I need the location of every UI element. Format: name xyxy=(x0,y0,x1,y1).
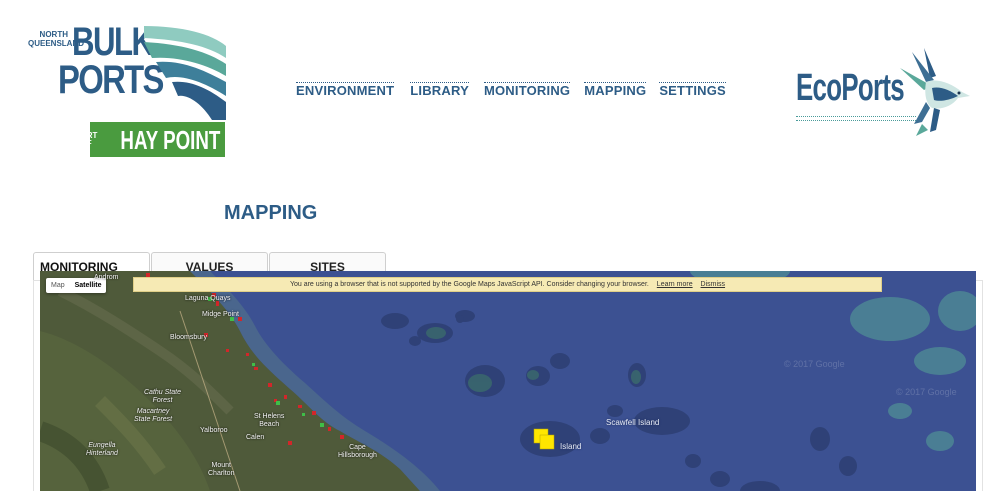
dismiss-link[interactable]: Dismiss xyxy=(701,281,726,288)
logo-port-of: PORT OF xyxy=(75,130,98,148)
map-watermark-1: © 2017 Google xyxy=(784,359,845,369)
map-label-macartney-state-forest: Macartney State Forest xyxy=(134,408,173,423)
map-label-st-helens-beach: St Helens Beach xyxy=(254,413,285,428)
map-label-eungella-hinterland: Eungella Hinterland xyxy=(86,442,118,457)
map-label-calen: Calen xyxy=(246,434,265,441)
port-of-hay-point-banner: PORT OF HAY POINT xyxy=(75,122,225,157)
ecoports-text: EcoPorts xyxy=(796,67,905,109)
map-label-cathu-state-forest: Cathu State Forest xyxy=(144,389,181,404)
map-label-mount-charlton: Mount Charlton xyxy=(208,462,235,477)
map-label-bloomsbury: Bloomsbury xyxy=(170,334,207,341)
page-title: MAPPING xyxy=(224,202,318,224)
map-type-map[interactable]: Map xyxy=(46,278,70,293)
banner-message: You are using a browser that is not supp… xyxy=(289,281,649,288)
satellite-imagery xyxy=(40,271,976,491)
map-label-yalboroo: Yalboroo xyxy=(200,427,228,434)
logo-north-queensland: NORTH QUEENSLAND xyxy=(28,30,85,48)
logo-swoosh-graphic xyxy=(144,26,226,120)
logo-bulk: BULK xyxy=(72,20,154,64)
bulk-ports-logo[interactable]: NORTH QUEENSLAND BULK PORTS PORT OF HAY … xyxy=(28,20,228,158)
main-nav: ENVIRONMENT LIBRARY MONITORING MAPPING S… xyxy=(296,82,742,99)
map-label-cape-hillsborough: Cape Hillsborough xyxy=(338,444,377,459)
nav-settings[interactable]: SETTINGS xyxy=(659,82,726,99)
logo-hay-point: HAY POINT xyxy=(120,124,221,155)
ecoports-logo[interactable]: EcoPorts xyxy=(796,46,972,138)
learn-more-link[interactable]: Learn more xyxy=(657,281,693,288)
map-label-androm: Androm xyxy=(94,274,119,281)
map-label-scawfell-island: Scawfell Island xyxy=(606,418,660,427)
map-watermark-2: © 2017 Google xyxy=(896,387,957,397)
browser-warning-banner: You are using a browser that is not supp… xyxy=(133,277,882,292)
map-label-midge-point: Midge Point xyxy=(202,311,239,318)
map-label-island: Island xyxy=(560,442,582,451)
nav-mapping[interactable]: MAPPING xyxy=(584,82,647,99)
nav-environment[interactable]: ENVIRONMENT xyxy=(296,82,395,99)
nav-monitoring[interactable]: MONITORING xyxy=(483,82,571,99)
map-label-laguna-quays: Laguna Quays xyxy=(185,295,231,302)
map-view[interactable]: Map Satellite You are using a browser th… xyxy=(40,271,976,491)
osprey-bird-icon xyxy=(900,48,970,136)
nav-library[interactable]: LIBRARY xyxy=(410,82,469,99)
